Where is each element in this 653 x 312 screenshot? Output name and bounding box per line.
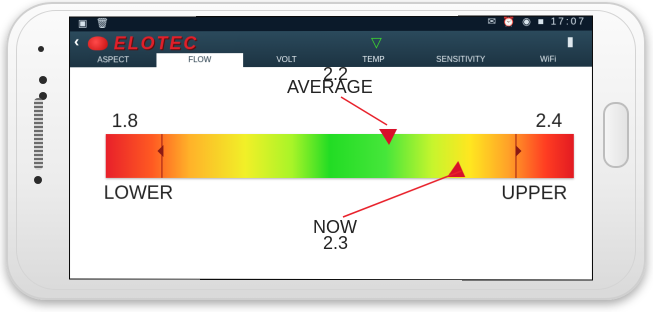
- upper-arrow-icon: [515, 145, 521, 157]
- lower-label: LOWER: [104, 183, 173, 205]
- status-left-icons: ▣ 🗑: [78, 18, 112, 29]
- flow-content: 2.2 AVERAGE 1.8 2.4 LOWER UPPER NOW 2.3: [70, 67, 592, 266]
- average-pointer-line: [341, 97, 387, 125]
- status-bar: ▣ 🗑 ✉ ⏰ ◉ ■ 17:07: [70, 17, 592, 32]
- tab-volt[interactable]: VOLT: [243, 53, 330, 67]
- proximity-sensor-icon: [39, 76, 47, 84]
- tab-flow[interactable]: FLOW: [156, 53, 243, 67]
- upper-label: UPPER: [501, 183, 567, 205]
- front-camera-icon: [38, 46, 44, 52]
- home-button[interactable]: [603, 102, 629, 168]
- camera-dot-icon: [34, 176, 42, 184]
- average-pointer-icon: [379, 129, 397, 145]
- phone-screen: ▣ 🗑 ✉ ⏰ ◉ ■ 17:07 ‹ ELOTEC ▽ ▮ ASPECT FL…: [69, 15, 593, 280]
- lower-arrow-icon: [157, 145, 163, 157]
- tab-sensitivity[interactable]: SENSITIVITY: [417, 53, 504, 67]
- wifi-icon: ▽: [371, 34, 382, 51]
- now-value: 2.3: [323, 233, 348, 254]
- brand-logo-icon: [88, 36, 108, 50]
- phone-body: ▣ 🗑 ✉ ⏰ ◉ ■ 17:07 ‹ ELOTEC ▽ ▮ ASPECT FL…: [6, 2, 646, 300]
- brand-title: ELOTEC: [114, 33, 199, 54]
- now-pointer-line: [343, 171, 461, 217]
- tab-wifi[interactable]: WiFi: [504, 53, 592, 67]
- back-arrow-icon[interactable]: ‹: [74, 33, 79, 51]
- status-right-icons: ✉ ⏰ ◉ ■ 17:07: [488, 17, 586, 28]
- app-bar: ‹ ELOTEC ▽ ▮ ASPECT FLOW VOLT TEMP SENSI…: [70, 31, 592, 68]
- mic-icon[interactable]: ▮: [567, 34, 574, 50]
- tab-aspect[interactable]: ASPECT: [70, 53, 156, 67]
- speaker-grille: [34, 98, 43, 170]
